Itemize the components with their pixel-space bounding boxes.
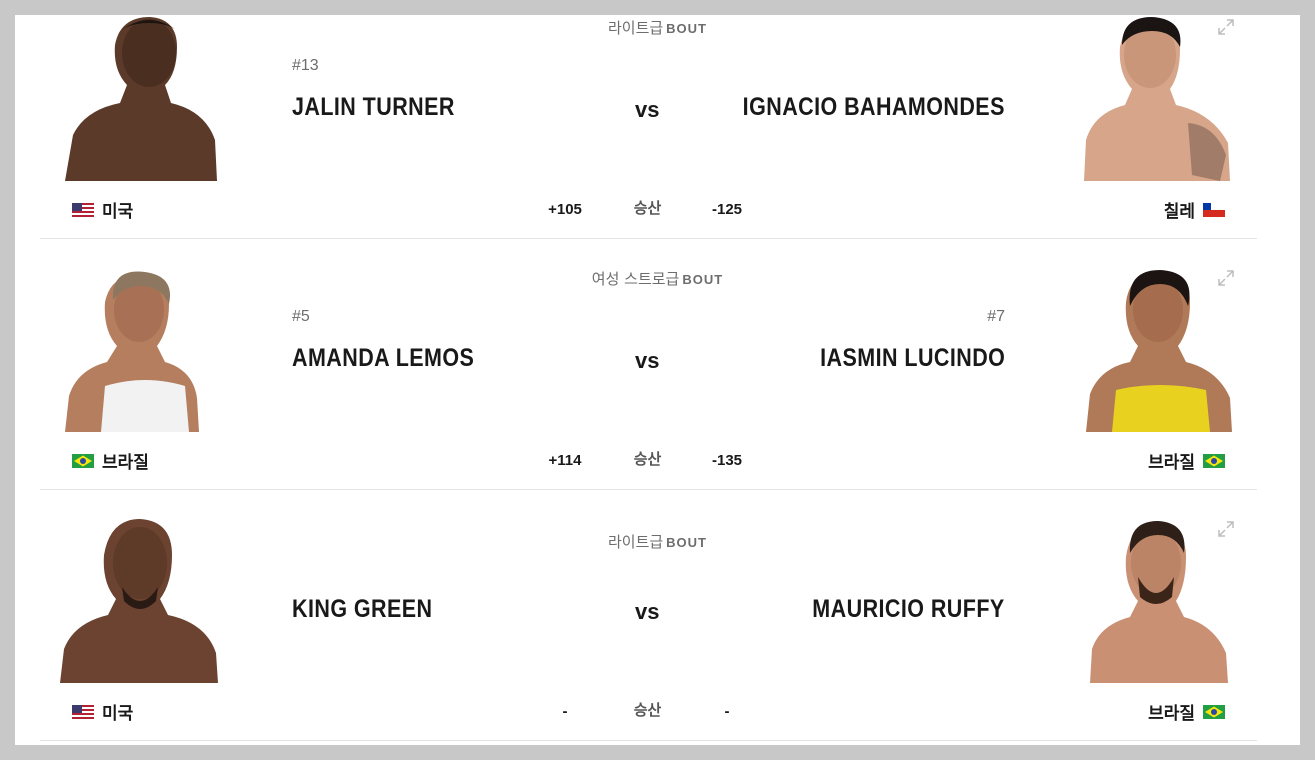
fighter-photo-right[interactable] [1080, 15, 1240, 181]
fighter-country-left: 미국 [72, 699, 133, 724]
fighter-rank-left: #13 [292, 57, 319, 74]
odds-left: +114 [548, 452, 582, 469]
odds-right: - [724, 703, 730, 720]
odds-right: -135 [711, 452, 743, 469]
fighter-photo-right[interactable] [1080, 517, 1240, 683]
fighter-name-right[interactable]: MAURICIO RUFFY [813, 595, 1005, 624]
odds-label: 승산 [633, 450, 662, 468]
fighter-photo-left[interactable] [65, 15, 225, 181]
chile-flag-icon [1203, 202, 1225, 217]
bout-divider [40, 740, 1257, 741]
fighter-name-left[interactable]: JALIN TURNER [292, 93, 455, 122]
fighter-country-right: 브라질 [1148, 699, 1225, 724]
bout-divider [40, 489, 1257, 490]
usa-flag-icon [72, 202, 94, 217]
fighter-rank-right: #7 [987, 308, 1005, 325]
bout-card[interactable]: 라이트급 BOUT KING GREEN vs MAURICIO RUFFY 미… [15, 517, 1300, 745]
fighter-photo-left[interactable] [65, 266, 225, 432]
bout-card[interactable]: 여성 스트로급 BOUT #5 AMANDA LEMOS vs #7 IASMIN… [15, 266, 1300, 518]
fighter-country-left: 브라질 [72, 448, 149, 473]
fighter-photo-right[interactable] [1080, 266, 1240, 432]
brazil-flag-icon [1203, 453, 1225, 468]
brazil-flag-icon [72, 453, 94, 468]
fighter-country-right: 브라질 [1148, 448, 1225, 473]
odds-label: 승산 [633, 701, 662, 719]
odds-right: -125 [711, 201, 743, 218]
fighter-name-right[interactable]: IGNACIO BAHAMONDES [743, 93, 1005, 122]
odds-left: - [562, 703, 568, 720]
fighter-rank-left: #5 [292, 308, 310, 325]
brazil-flag-icon [1203, 704, 1225, 719]
fighter-country-left: 미국 [72, 197, 133, 222]
vs-label: vs [635, 348, 660, 373]
bout-card[interactable]: 라이트급 BOUT #13 JALIN TURNER vs IGNACIO BAH… [15, 15, 1300, 267]
fighter-name-left[interactable]: KING GREEN [292, 595, 432, 624]
vs-label: vs [635, 97, 660, 122]
odds-left: +105 [548, 201, 582, 218]
fighter-photo-left[interactable] [60, 517, 220, 683]
vs-label: vs [635, 599, 660, 624]
fight-card-panel: 라이트급 BOUT #13 JALIN TURNER vs IGNACIO BAH… [15, 15, 1300, 745]
fighter-name-right[interactable]: IASMIN LUCINDO [820, 344, 1005, 373]
fighter-country-right: 칠레 [1164, 197, 1225, 222]
usa-flag-icon [72, 704, 94, 719]
bout-divider [40, 238, 1257, 239]
odds-label: 승산 [633, 199, 662, 217]
fighter-name-left[interactable]: AMANDA LEMOS [292, 344, 474, 373]
